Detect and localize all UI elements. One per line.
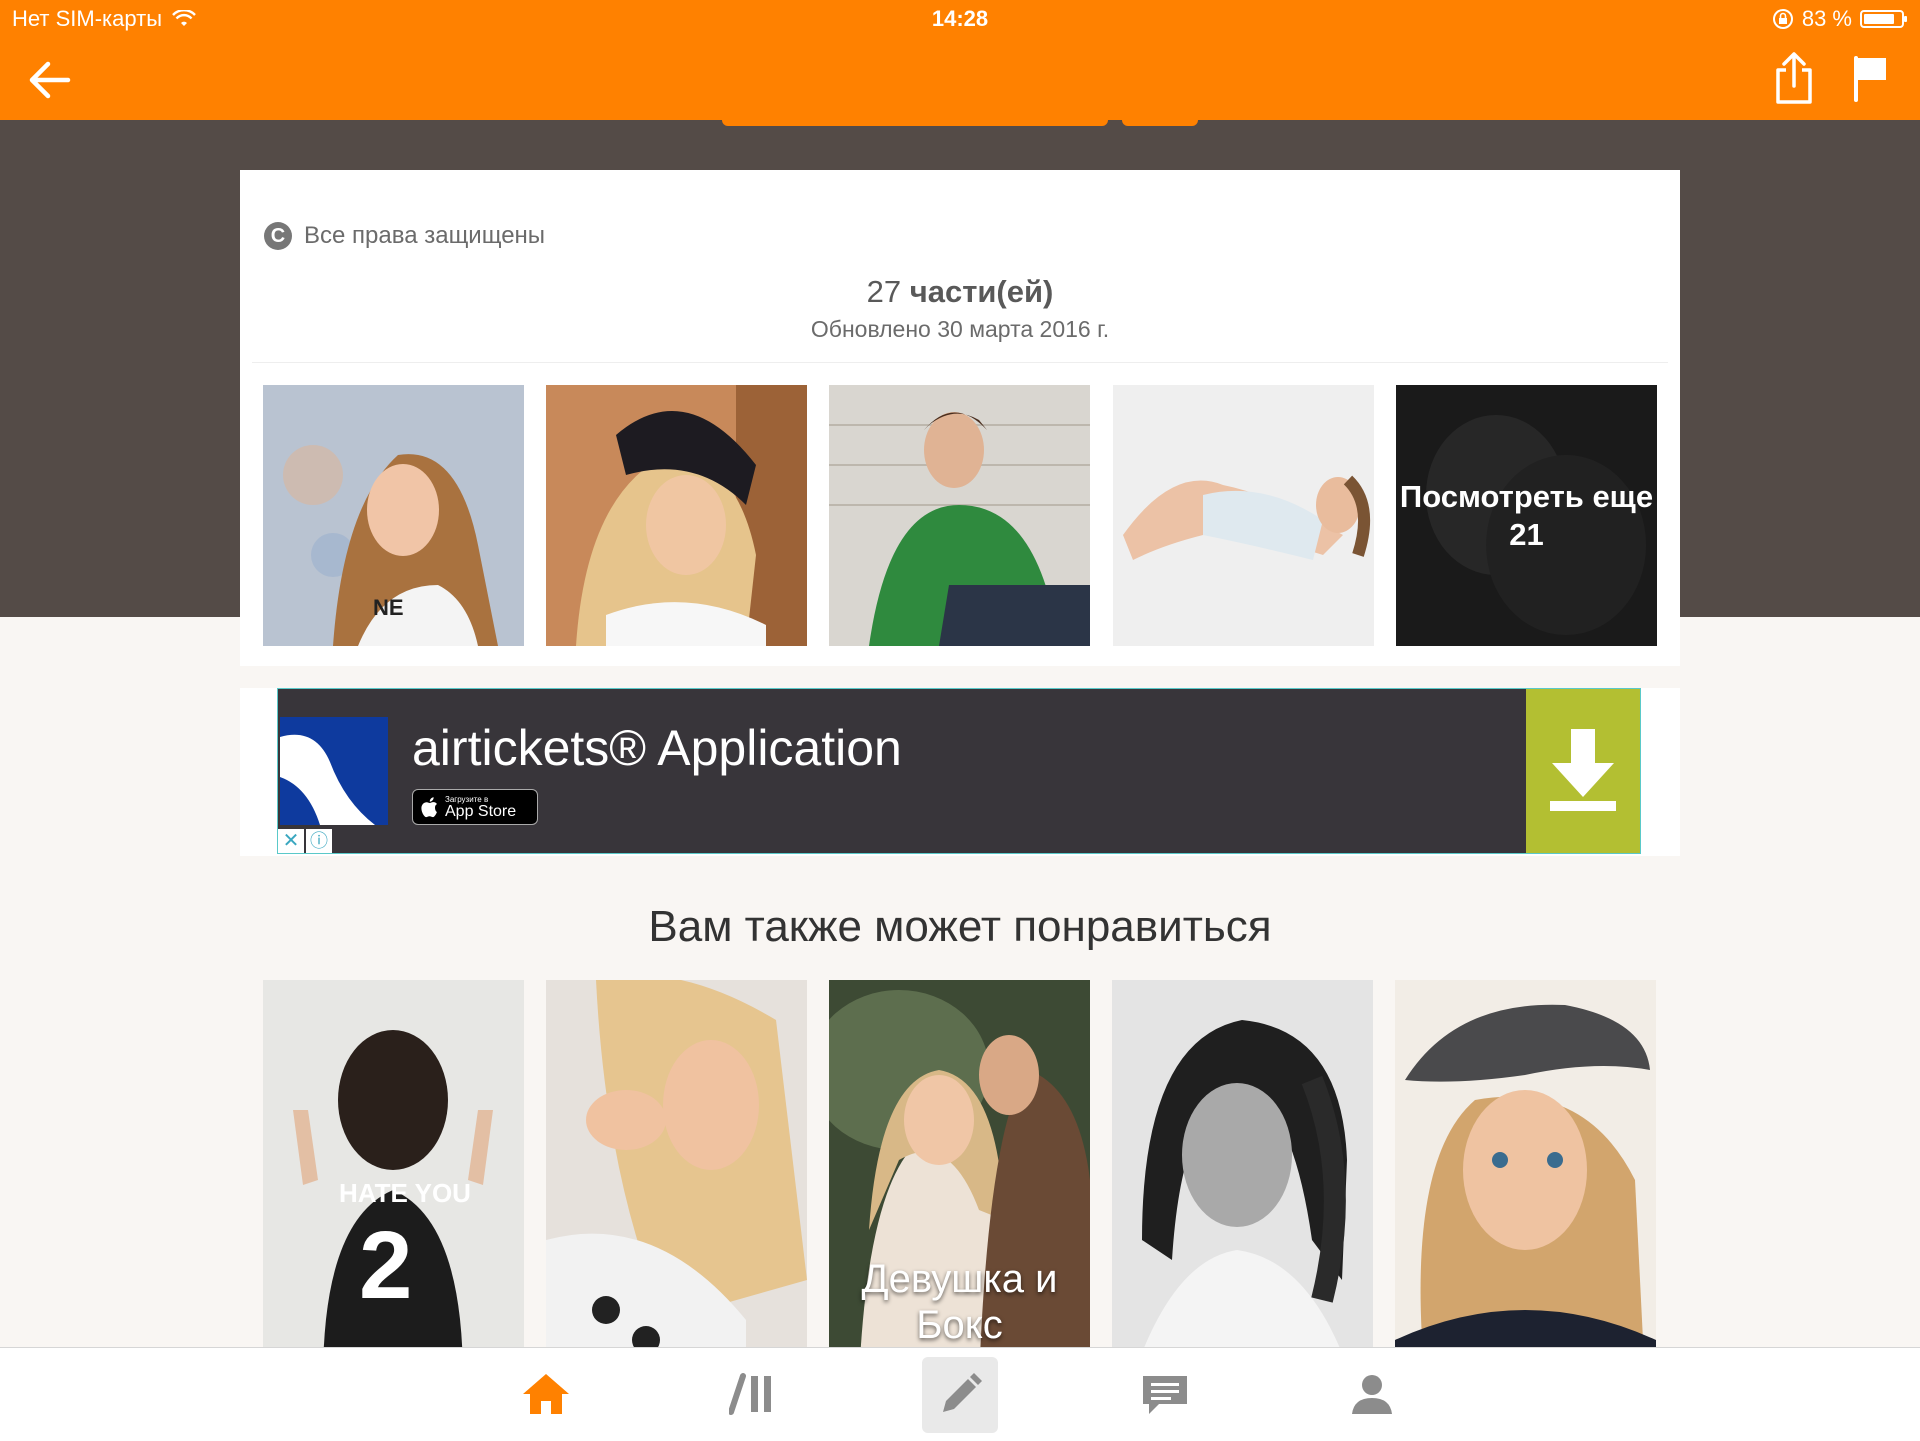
ad-info-button[interactable]: ⓘ [306,829,332,853]
back-button[interactable] [24,54,76,106]
card-divider [252,362,1668,363]
copyright-row: C Все права защищены [264,222,545,250]
ad-container: airtickets® Application Загрузите в App … [240,688,1680,856]
app-store-badge[interactable]: Загрузите в App Store [412,789,538,825]
tab-library[interactable] [715,1356,791,1432]
tab-profile[interactable] [1334,1356,1410,1432]
bottom-tab-bar [0,1347,1920,1441]
part-thumbnail[interactable] [546,385,807,646]
ad-title: airtickets® Application [412,720,902,776]
part-thumbnail[interactable]: Посмотреть еще 21 [1396,385,1657,646]
story-info-card: C Все права защищены 27 части(ей) Обновл… [240,170,1680,666]
recommended-story[interactable]: Девушка и Бокс [829,980,1090,1380]
portrait-image [1113,385,1374,646]
recommendations-heading: Вам также может понравиться [648,902,1272,951]
orientation-lock-icon [1772,9,1793,29]
parts-count: 27 части(ей) [240,274,1680,310]
tab-write[interactable] [922,1357,998,1433]
updated-date: Обновлено 30 марта 2016 г. [810,316,1110,342]
portrait-image [829,385,1090,646]
app-store-big-text: App Store [445,802,517,820]
app-store-text: Загрузите в App Store [445,795,516,820]
library-icon [729,1373,771,1415]
recommended-story[interactable] [546,980,807,1380]
part-thumbnail[interactable]: NE [263,385,524,646]
pencil-icon [943,1373,982,1412]
ad-logo [280,717,388,825]
battery-text: 83 % [1801,6,1852,31]
messages-icon [1143,1376,1187,1414]
part-thumbnail[interactable] [829,385,1090,646]
portrait-image: NE [263,385,524,646]
recommended-story[interactable] [1112,980,1373,1380]
view-more-parts[interactable]: Посмотреть еще 21 [1396,385,1657,646]
portrait-image [546,385,807,646]
parts-number: 27 [866,274,902,309]
tab-home[interactable] [508,1356,584,1432]
shirt-text: HATE YOU [339,1178,471,1208]
svg-text:NE: NE [373,595,404,620]
story-cover-image [546,980,807,1380]
copyright-text: Все права защищены [304,222,546,249]
story-cover-image [1112,980,1373,1380]
download-icon [1550,729,1616,811]
parts-label: части(ей) [909,274,1054,309]
status-time: 14:28 [931,6,989,31]
story-cover-caption: Девушка и Бокс [861,1257,1058,1347]
flag-icon [1854,56,1886,102]
report-button[interactable] [1850,54,1894,102]
profile-icon [1352,1375,1392,1414]
story-cover-image [1395,980,1656,1380]
ad-banner[interactable]: airtickets® Application Загрузите в App … [277,688,1641,854]
ad-close-button[interactable]: ✕ [278,829,304,853]
copyright-icon: C [264,222,292,250]
apple-icon [421,797,437,818]
share-button[interactable] [1772,50,1816,106]
story-cover-image: HATE YOU 2 [263,980,524,1380]
home-icon [523,1374,569,1414]
share-icon [1776,52,1812,104]
recommended-story[interactable]: HATE YOU 2 [263,980,524,1380]
arrow-left-icon [29,61,71,99]
battery-icon [1860,10,1907,28]
airtickets-logo-icon [280,717,388,825]
status-battery: 83 % [1772,6,1907,32]
tab-messages[interactable] [1127,1356,1203,1432]
part-thumbnail[interactable] [1113,385,1374,646]
top-bar: Нет SIM-карты 14:28 83 % [0,0,1920,120]
recommended-story[interactable] [1395,980,1656,1380]
shirt-number: 2 [359,1212,412,1319]
ad-download-button[interactable] [1526,689,1640,853]
